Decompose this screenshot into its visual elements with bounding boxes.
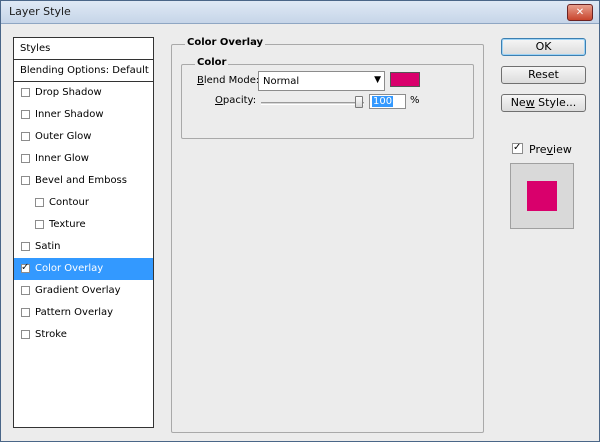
- style-item-label: Outer Glow: [35, 131, 92, 142]
- close-icon: ✕: [575, 7, 585, 18]
- opacity-label: Opacity:: [215, 95, 256, 106]
- opacity-slider-track[interactable]: [261, 102, 364, 105]
- new-style-mnemonic: w: [525, 96, 535, 109]
- contour-checkbox[interactable]: [35, 198, 44, 207]
- new-style-label-a: Ne: [510, 96, 526, 109]
- outer-glow-checkbox[interactable]: [21, 132, 30, 141]
- chevron-down-icon: ▼: [374, 75, 381, 85]
- preview-label-b: iew: [553, 143, 572, 156]
- opacity-input[interactable]: 100: [369, 94, 406, 109]
- style-item-label: Contour: [49, 197, 89, 208]
- inner-glow-checkbox[interactable]: [21, 154, 30, 163]
- blend-mode-label: Blend Mode:: [197, 75, 259, 86]
- overlay-color-swatch[interactable]: [390, 72, 420, 87]
- style-item-drop-shadow[interactable]: Drop Shadow: [14, 82, 153, 104]
- drop-shadow-checkbox[interactable]: [21, 88, 30, 97]
- style-preview: [510, 163, 574, 229]
- preview-label-a: Pre: [529, 143, 547, 156]
- close-button[interactable]: ✕: [567, 4, 593, 21]
- new-style-button[interactable]: New Style...: [501, 94, 586, 112]
- check-icon: ✓: [21, 262, 30, 273]
- styles-header[interactable]: Styles: [14, 38, 153, 60]
- opacity-unit: %: [410, 95, 420, 106]
- style-item-contour[interactable]: Contour: [14, 192, 153, 214]
- style-item-label: Gradient Overlay: [35, 285, 121, 296]
- style-item-inner-glow[interactable]: Inner Glow: [14, 148, 153, 170]
- style-item-satin[interactable]: Satin: [14, 236, 153, 258]
- preview-checkbox[interactable]: ✓: [512, 142, 523, 154]
- ok-button-label: OK: [535, 40, 552, 53]
- preview-swatch: [527, 181, 557, 211]
- styles-list: Styles Blending Options: Default Drop Sh…: [13, 37, 154, 428]
- opacity-mnemonic: O: [215, 95, 223, 106]
- style-item-label: Inner Shadow: [35, 109, 104, 120]
- dialog-body: Styles Blending Options: Default Drop Sh…: [1, 24, 599, 441]
- color-overlay-checkbox[interactable]: ✓: [21, 262, 30, 273]
- style-item-texture[interactable]: Texture: [14, 214, 153, 236]
- gradient-overlay-checkbox[interactable]: [21, 286, 30, 295]
- blend-mode-value: Normal: [263, 76, 300, 87]
- style-item-pattern-overlay[interactable]: Pattern Overlay: [14, 302, 153, 324]
- blend-mode-select[interactable]: Normal ▼: [258, 71, 385, 91]
- inner-shadow-checkbox[interactable]: [21, 110, 30, 119]
- style-item-label: Bevel and Emboss: [35, 175, 127, 186]
- style-item-inner-shadow[interactable]: Inner Shadow: [14, 104, 153, 126]
- style-item-label: Satin: [35, 241, 61, 252]
- panel-title: Color Overlay: [185, 37, 266, 48]
- style-item-label: Inner Glow: [35, 153, 89, 164]
- layer-style-dialog: Layer Style ✕ Styles Blending Options: D…: [0, 0, 600, 442]
- new-style-label-b: Style...: [534, 96, 577, 109]
- ok-button[interactable]: OK: [501, 38, 586, 56]
- opacity-slider-thumb[interactable]: [355, 96, 363, 108]
- style-item-color-overlay[interactable]: ✓ Color Overlay: [14, 258, 153, 280]
- style-item-label: Stroke: [35, 329, 67, 340]
- blending-options-item[interactable]: Blending Options: Default: [14, 60, 153, 82]
- style-item-label: Color Overlay: [35, 263, 104, 274]
- reset-button-label: Reset: [528, 68, 559, 81]
- blend-mode-mnemonic: B: [197, 75, 204, 86]
- preview-label: Preview: [529, 143, 572, 156]
- style-item-label: Drop Shadow: [35, 87, 102, 98]
- blending-options-label: Blending Options: Default: [20, 65, 149, 76]
- reset-button[interactable]: Reset: [501, 66, 586, 84]
- style-item-gradient-overlay[interactable]: Gradient Overlay: [14, 280, 153, 302]
- pattern-overlay-checkbox[interactable]: [21, 308, 30, 317]
- style-item-bevel-emboss[interactable]: Bevel and Emboss: [14, 170, 153, 192]
- texture-checkbox[interactable]: [35, 220, 44, 229]
- satin-checkbox[interactable]: [21, 242, 30, 251]
- blend-mode-label-text: lend Mode:: [203, 75, 260, 86]
- style-item-label: Texture: [49, 219, 86, 230]
- style-item-stroke[interactable]: Stroke: [14, 324, 153, 346]
- style-item-label: Pattern Overlay: [35, 307, 114, 318]
- bevel-emboss-checkbox[interactable]: [21, 176, 30, 185]
- title-bar: Layer Style ✕: [1, 1, 599, 24]
- opacity-value: 100: [372, 96, 394, 107]
- styles-header-label: Styles: [20, 43, 51, 54]
- section-title: Color: [195, 57, 229, 68]
- opacity-label-text: pacity:: [222, 95, 257, 106]
- stroke-checkbox[interactable]: [21, 330, 30, 339]
- style-item-outer-glow[interactable]: Outer Glow: [14, 126, 153, 148]
- check-icon: ✓: [513, 142, 522, 153]
- window-title: Layer Style: [9, 5, 71, 18]
